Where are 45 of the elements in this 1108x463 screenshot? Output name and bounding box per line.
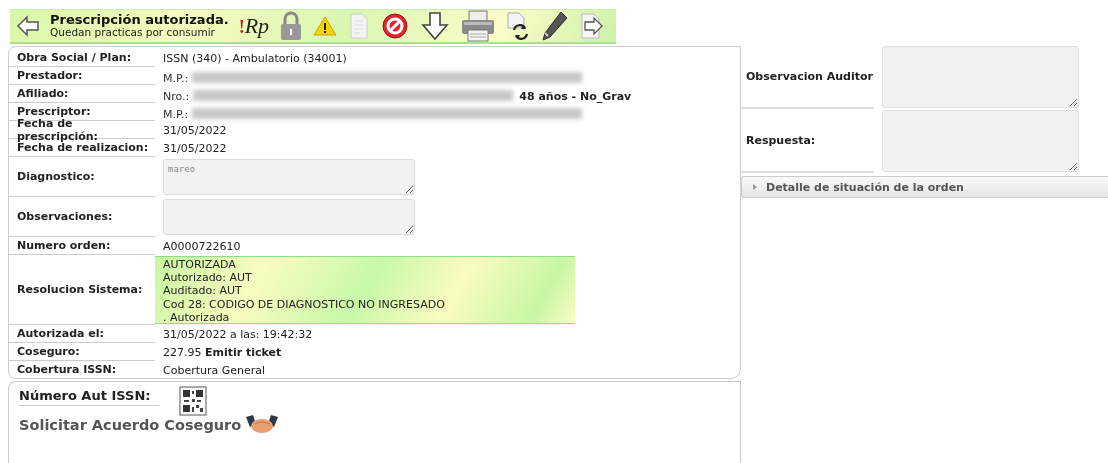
field-label: Cobertura ISSN: — [9, 361, 155, 378]
aut-number-label: Número Aut ISSN: — [19, 386, 159, 406]
down-arrow-icon[interactable] — [420, 11, 451, 41]
field-label: Coseguro: — [9, 343, 155, 361]
qr-code-icon[interactable] — [179, 386, 207, 416]
forbidden-icon[interactable] — [381, 12, 410, 40]
warning-icon[interactable] — [313, 16, 338, 36]
forward-arrow-icon[interactable] — [580, 13, 605, 39]
status-line: Auditado: AUT — [163, 284, 243, 298]
age-text: 48 años - No_Grav — [519, 90, 632, 103]
title-text: Prescripción autorizada. — [50, 14, 229, 26]
field-label: Observaciones: — [9, 197, 155, 237]
subtitle-text: Quedan practicas por consumir — [50, 26, 216, 38]
printer-icon[interactable] — [461, 10, 496, 42]
status-line: Autorizado: AUT — [163, 271, 253, 285]
field-label: Numero orden: — [9, 237, 155, 255]
field-value: 31/05/2022 — [163, 141, 227, 155]
field-label: Respuesta: — [741, 109, 874, 173]
field-label: Afiliado: — [9, 85, 155, 103]
field-label: Diagnostico: — [9, 157, 155, 197]
field-value: 31/05/2022 — [163, 123, 227, 137]
handshake-icon[interactable] — [245, 414, 280, 436]
cosurance-agreement-link[interactable]: Solicitar Acuerdo Coseguro — [19, 417, 242, 433]
order-details-accordion[interactable]: Detalle de situación de la orden — [741, 176, 1108, 198]
field-label: Prestador: — [9, 67, 155, 85]
field-value: Cobertura General — [163, 363, 266, 377]
field-label: Observacion Auditor — [741, 45, 874, 109]
refresh-document-icon[interactable] — [506, 12, 531, 40]
field-prefix: Nro.: — [163, 90, 190, 103]
field-label: Autorizada el: — [9, 325, 155, 343]
field-prefix: M.P.: — [163, 108, 189, 121]
pencil-icon[interactable] — [541, 11, 570, 41]
field-prefix: M.P.: — [163, 72, 189, 85]
field-value: A0000722610 — [163, 239, 241, 253]
back-arrow-icon[interactable] — [16, 14, 40, 38]
status-line: Cod 28: CODIGO DE DIAGNOSTICO NO INGRESADO — [163, 297, 446, 311]
field-value: 227.95 — [163, 345, 202, 359]
field-label: Obra Social / Plan: — [9, 49, 155, 67]
rp-logo[interactable]: !Rp — [238, 13, 270, 39]
field-value: 31/05/2022 a las: 19:42:32 — [163, 327, 313, 341]
emit-ticket-link[interactable]: Emitir ticket — [205, 345, 282, 359]
lock-icon[interactable] — [280, 11, 303, 41]
status-line: . Autorizada — [163, 310, 231, 324]
status-line: AUTORIZADA — [163, 258, 237, 272]
field-value: ISSN (340) - Ambulatorio (34001) — [163, 51, 347, 65]
